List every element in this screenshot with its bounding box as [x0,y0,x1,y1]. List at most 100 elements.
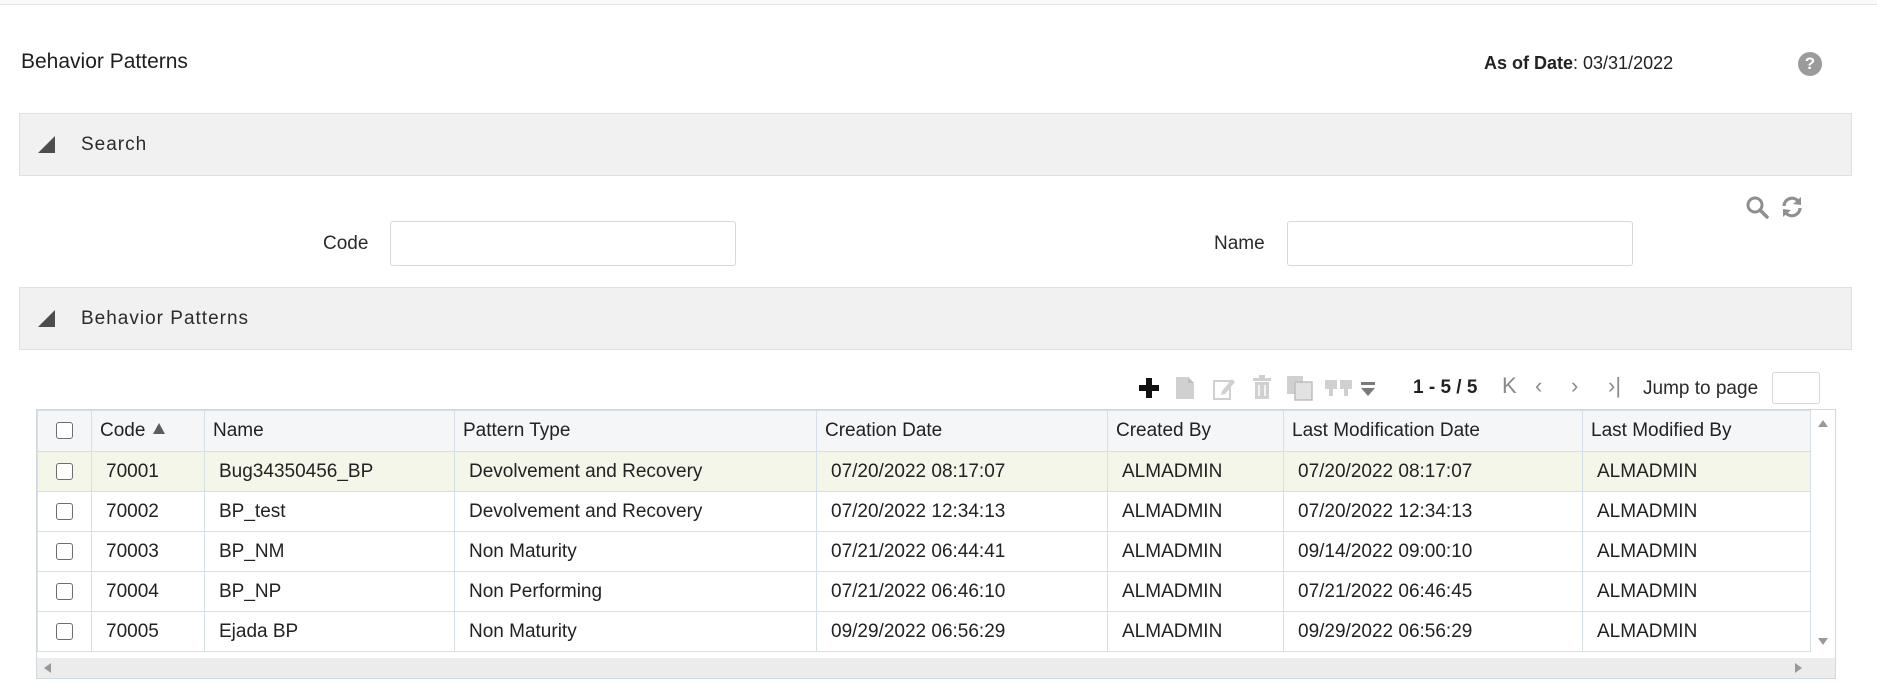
cell-code: 70004 [91,571,205,612]
table-row[interactable]: 70005 Ejada BP Non Maturity 09/29/2022 0… [37,611,1811,652]
view-icon[interactable] [1174,375,1198,401]
code-input[interactable] [390,221,736,266]
horizontal-scrollbar[interactable] [37,658,1835,678]
last-page-icon[interactable]: ›| [1608,375,1621,397]
as-of-date-label: As of Date [1484,53,1574,73]
behavior-patterns-section-header[interactable]: Behavior Patterns [19,287,1852,350]
cell-code: 70003 [91,531,205,572]
cell-creation-date: 07/21/2022 06:46:10 [816,571,1108,612]
cell-last-modification-date: 07/20/2022 08:17:07 [1283,451,1583,492]
refresh-icon[interactable] [1780,195,1804,219]
row-select-cell [37,611,92,652]
cell-pattern-type: Devolvement and Recovery [454,491,817,532]
column-header-label: Code [100,420,146,441]
select-all-checkbox[interactable] [56,422,73,440]
cell-last-modification-date: 07/21/2022 06:46:45 [1283,571,1583,612]
cell-last-modified-by: ALMADMIN [1582,571,1811,612]
row-select-cell [37,451,92,492]
add-icon[interactable] [1138,377,1160,399]
cell-name[interactable]: BP_NP [204,571,455,612]
cell-code: 70002 [91,491,205,532]
cell-pattern-type: Non Performing [454,571,817,612]
cell-last-modification-date: 09/29/2022 06:56:29 [1283,611,1583,652]
question-circle-icon[interactable]: ? [1798,52,1822,76]
cell-code: 70005 [91,611,205,652]
row-select-cell [37,531,92,572]
collapse-triangle-icon[interactable] [38,136,55,153]
cell-last-modified-by: ALMADMIN [1582,451,1811,492]
grid-table: Code Name Pattern Type Creation Date Cre… [37,410,1811,652]
top-border [0,0,1877,5]
column-header-creation-date[interactable]: Creation Date [816,410,1108,452]
cell-creation-date: 07/20/2022 08:17:07 [816,451,1108,492]
table-row[interactable]: 70004 BP_NP Non Performing 07/21/2022 06… [37,571,1811,612]
behavior-patterns-grid: Code Name Pattern Type Creation Date Cre… [36,409,1836,679]
collapse-triangle-icon[interactable] [38,310,55,327]
column-header-last-modified-by[interactable]: Last Modified By [1582,410,1811,452]
cell-created-by: ALMADMIN [1107,571,1284,612]
pager-range: 1 - 5 / 5 [1413,377,1478,398]
cell-last-modified-by: ALMADMIN [1582,611,1811,652]
more-dropdown-icon[interactable] [1360,381,1376,397]
cell-code: 70001 [91,451,205,492]
edit-icon[interactable] [1212,375,1236,401]
jump-to-page-label: Jump to page [1643,378,1759,399]
cell-last-modification-date: 09/14/2022 09:00:10 [1283,531,1583,572]
cell-created-by: ALMADMIN [1107,451,1284,492]
vertical-scrollbar[interactable] [1811,410,1835,658]
as-of-date-value: : 03/31/2022 [1573,53,1674,73]
row-select-cell [37,491,92,532]
cell-created-by: ALMADMIN [1107,531,1284,572]
cell-creation-date: 07/20/2022 12:34:13 [816,491,1108,532]
jump-to-page-input[interactable] [1772,372,1820,404]
search-section-label: Search [81,134,148,155]
search-icon[interactable] [1745,195,1769,219]
cell-created-by: ALMADMIN [1107,611,1284,652]
name-input[interactable] [1287,221,1633,266]
scroll-down-icon[interactable] [1818,638,1828,645]
cell-last-modification-date: 07/20/2022 12:34:13 [1283,491,1583,532]
cell-created-by: ALMADMIN [1107,491,1284,532]
copy-icon[interactable] [1286,375,1314,401]
cell-name[interactable]: Bug34350456_BP [204,451,455,492]
compare-icon[interactable] [1324,379,1354,399]
table-row[interactable]: 70002 BP_test Devolvement and Recovery 0… [37,491,1811,532]
column-header-created-by[interactable]: Created By [1107,410,1284,452]
row-checkbox[interactable] [56,542,73,560]
row-select-cell [37,571,92,612]
cell-name[interactable]: BP_NM [204,531,455,572]
scroll-left-icon[interactable] [44,663,51,673]
column-header-pattern-type[interactable]: Pattern Type [454,410,817,452]
cell-last-modified-by: ALMADMIN [1582,531,1811,572]
cell-creation-date: 09/29/2022 06:56:29 [816,611,1108,652]
previous-page-icon[interactable]: ‹ [1535,375,1542,397]
scroll-right-icon[interactable] [1795,663,1802,673]
cell-creation-date: 07/21/2022 06:44:41 [816,531,1108,572]
sort-ascending-icon[interactable] [153,423,166,435]
column-header-last-modification-date[interactable]: Last Modification Date [1283,410,1583,452]
code-label: Code [323,233,369,254]
cell-pattern-type: Non Maturity [454,531,817,572]
row-checkbox[interactable] [56,462,73,480]
row-checkbox[interactable] [56,622,73,640]
cell-name[interactable]: Ejada BP [204,611,455,652]
row-checkbox[interactable] [56,502,73,520]
cell-pattern-type: Non Maturity [454,611,817,652]
table-row[interactable]: 70003 BP_NM Non Maturity 07/21/2022 06:4… [37,531,1811,572]
delete-icon[interactable] [1251,375,1273,401]
next-page-icon[interactable]: › [1571,375,1578,397]
page-title: Behavior Patterns [21,50,188,73]
table-row[interactable]: 70001 Bug34350456_BP Devolvement and Rec… [37,451,1811,492]
cell-name[interactable]: BP_test [204,491,455,532]
row-checkbox[interactable] [56,582,73,600]
select-all-cell [37,410,92,452]
first-page-icon[interactable]: K [1502,375,1517,397]
as-of-date: As of Date: 03/31/2022 [1484,53,1673,74]
column-header-code[interactable]: Code [91,410,205,452]
cell-last-modified-by: ALMADMIN [1582,491,1811,532]
grid-header-row: Code Name Pattern Type Creation Date Cre… [37,410,1811,452]
search-section-header[interactable]: Search [19,113,1852,176]
behavior-patterns-section-label: Behavior Patterns [81,308,250,329]
scroll-up-icon[interactable] [1818,420,1828,427]
column-header-name[interactable]: Name [204,410,455,452]
